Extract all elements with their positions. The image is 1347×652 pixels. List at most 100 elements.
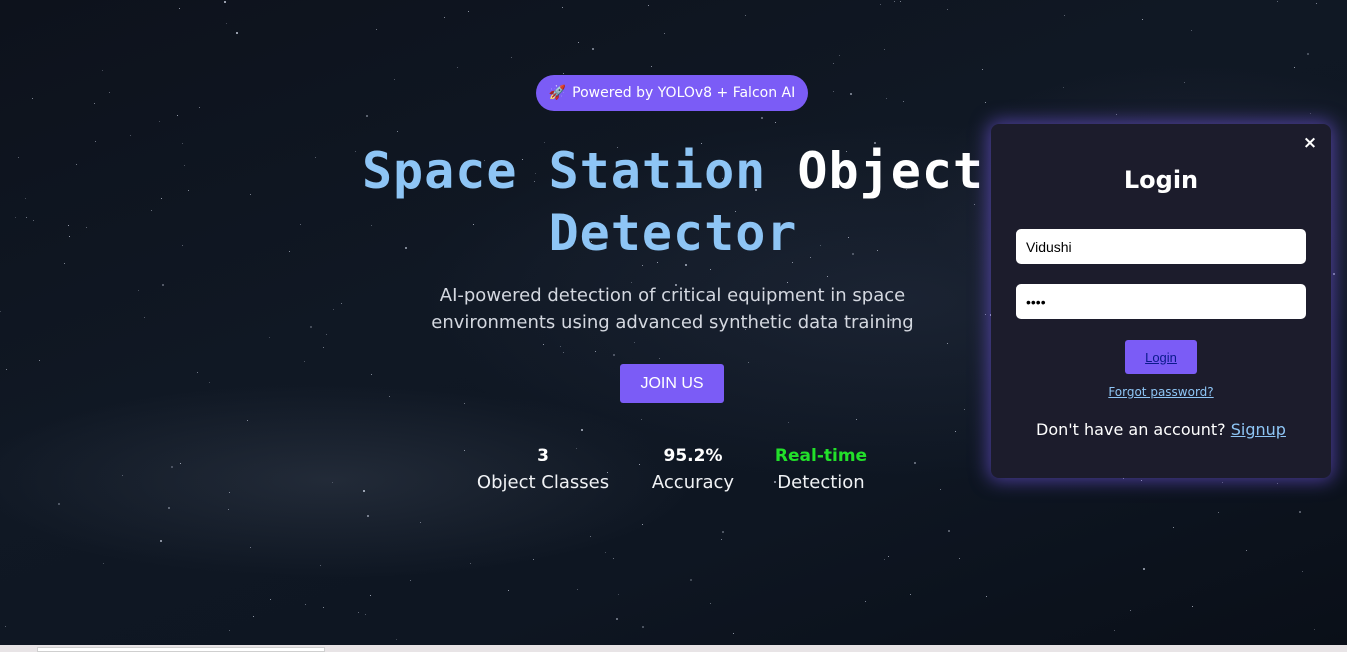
star <box>1316 3 1317 4</box>
star <box>179 8 180 9</box>
star <box>250 547 251 548</box>
star <box>94 103 95 104</box>
star <box>880 4 881 5</box>
star <box>69 236 70 237</box>
star <box>563 73 564 74</box>
star <box>827 276 828 277</box>
star <box>543 344 544 345</box>
forgot-password-link[interactable]: Forgot password? <box>991 385 1331 399</box>
star <box>229 492 230 493</box>
star <box>396 639 397 640</box>
star <box>616 618 618 620</box>
star <box>839 55 840 56</box>
star <box>642 524 643 525</box>
stat-label: Detection <box>777 472 865 493</box>
star <box>305 604 306 605</box>
username-field[interactable] <box>1016 229 1306 264</box>
star <box>856 419 857 420</box>
star <box>269 337 270 338</box>
join-us-button[interactable]: JOIN US <box>620 364 724 403</box>
star <box>15 217 16 218</box>
star <box>788 422 789 423</box>
star <box>323 347 324 348</box>
password-field[interactable] <box>1016 284 1306 319</box>
star <box>1141 480 1142 481</box>
star <box>58 503 60 505</box>
star <box>160 540 162 542</box>
star <box>371 374 372 375</box>
star <box>226 23 227 24</box>
star <box>1184 82 1185 83</box>
star <box>228 509 229 510</box>
star <box>180 463 181 464</box>
login-button[interactable]: Login <box>1125 340 1197 374</box>
star <box>685 264 687 266</box>
star <box>5 626 6 627</box>
star <box>1063 87 1064 88</box>
star <box>1142 19 1143 20</box>
star <box>884 559 885 560</box>
star <box>320 565 321 566</box>
star <box>511 57 512 58</box>
page-title: Space Station Object Detector <box>340 140 1006 264</box>
star <box>177 115 178 116</box>
star <box>64 263 65 264</box>
star <box>464 403 465 404</box>
taskbar-tab[interactable] <box>37 647 325 652</box>
star <box>508 590 509 591</box>
star <box>102 70 103 71</box>
star <box>986 596 987 597</box>
star <box>664 33 665 34</box>
star <box>947 343 948 344</box>
close-icon[interactable]: × <box>1301 134 1319 152</box>
star <box>642 265 643 266</box>
star <box>1277 1 1278 2</box>
signup-link[interactable]: Signup <box>1231 420 1286 439</box>
star <box>888 556 889 557</box>
star <box>310 326 312 328</box>
star <box>721 539 722 540</box>
star <box>581 429 583 431</box>
star <box>613 558 614 559</box>
star <box>618 594 619 595</box>
star <box>982 69 983 70</box>
star <box>68 225 69 226</box>
star <box>253 616 254 617</box>
star <box>1064 15 1065 16</box>
star <box>247 420 248 421</box>
star <box>18 157 19 158</box>
stat-object-classes: 3 Object Classes <box>470 444 616 498</box>
star <box>1333 273 1335 275</box>
star <box>605 552 606 553</box>
star <box>833 91 834 92</box>
star <box>1222 482 1223 483</box>
star <box>648 5 649 6</box>
powered-by-badge: 🚀 Powered by YOLOv8 + Falcon AI <box>536 75 808 111</box>
star <box>168 507 170 509</box>
star <box>358 612 359 613</box>
star <box>341 303 342 304</box>
star <box>367 515 369 517</box>
star <box>775 122 776 123</box>
signup-row: Don't have an account? Signup <box>991 420 1331 439</box>
star <box>1123 478 1124 479</box>
star <box>86 227 87 228</box>
signup-prompt: Don't have an account? <box>1036 420 1226 439</box>
star <box>182 245 183 246</box>
star <box>199 107 200 108</box>
star <box>332 482 333 483</box>
star <box>1130 610 1131 611</box>
star <box>144 317 145 318</box>
star <box>76 164 77 165</box>
star <box>833 63 834 64</box>
stat-detection: Real-time Detection <box>766 444 876 498</box>
star <box>914 462 916 464</box>
star <box>365 614 366 615</box>
stat-accuracy: 95.2% Accuracy <box>640 444 746 498</box>
star <box>748 362 749 363</box>
star <box>103 563 104 564</box>
star <box>389 396 390 397</box>
star <box>236 32 238 34</box>
star <box>592 48 594 50</box>
star <box>289 251 290 252</box>
